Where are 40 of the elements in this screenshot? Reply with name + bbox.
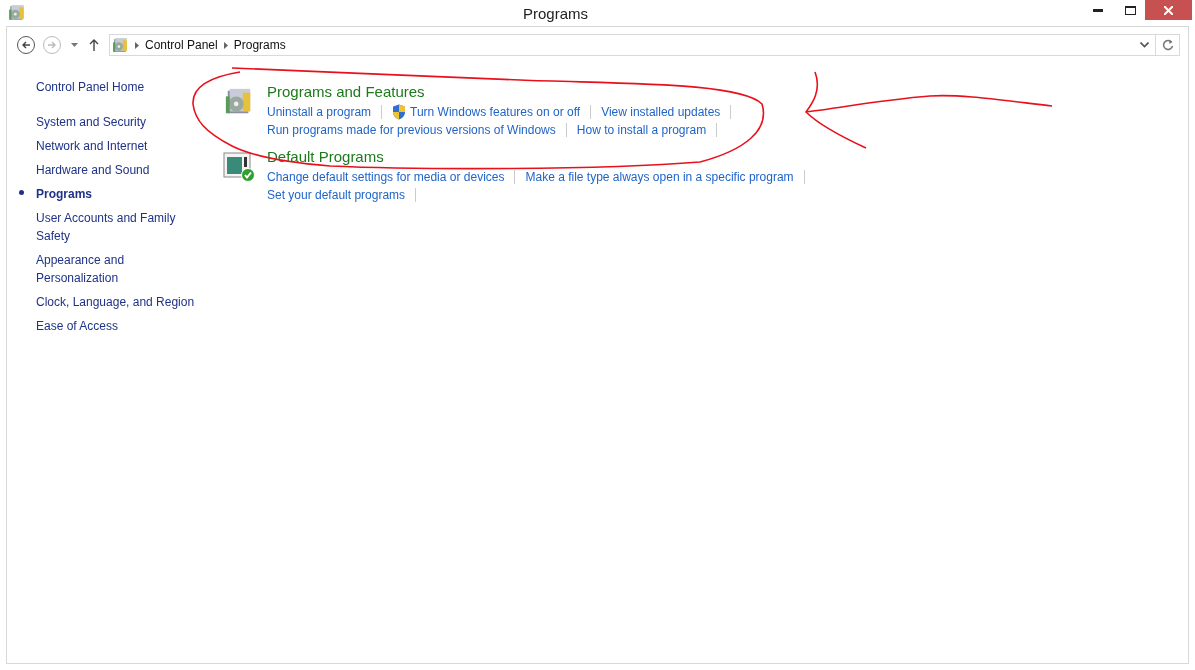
- task-link[interactable]: View installed updates: [601, 103, 721, 121]
- sidebar-link[interactable]: Hardware and Sound: [36, 161, 196, 179]
- sidebar-link[interactable]: Appearance and Personalization: [36, 251, 196, 287]
- sidebar-link[interactable]: System and Security: [36, 113, 196, 131]
- task-link[interactable]: Turn Windows features on or off: [410, 103, 581, 121]
- breadcrumb-arrow-icon: [223, 41, 228, 49]
- address-field[interactable]: Control Panel Programs: [109, 34, 1156, 56]
- forward-arrow-icon: [47, 41, 57, 49]
- back-arrow-icon: [21, 41, 31, 49]
- breadcrumb-item[interactable]: Control Panel: [145, 36, 218, 54]
- task-link[interactable]: How to install a program: [576, 121, 707, 139]
- refresh-button[interactable]: [1155, 34, 1180, 56]
- task-link[interactable]: Change default settings for media or devices: [267, 168, 505, 186]
- close-icon: [1164, 5, 1173, 15]
- section-heading[interactable]: Default Programs: [267, 148, 815, 166]
- task-link[interactable]: Make a file type always open in a specific program: [525, 168, 794, 186]
- section-heading[interactable]: Programs and Features: [267, 83, 742, 101]
- task-link[interactable]: Run programs made for previous versions of Windows: [267, 121, 556, 139]
- control-panel-icon: [8, 4, 26, 22]
- up-arrow-icon: [89, 39, 99, 51]
- refresh-icon: [1161, 39, 1174, 51]
- close-button[interactable]: [1145, 0, 1192, 20]
- monitor-check-icon: [223, 152, 255, 182]
- dropdown-chevron-icon[interactable]: [1140, 42, 1149, 48]
- minimize-icon: [1093, 8, 1103, 12]
- sidebar-link[interactable]: Ease of Access: [36, 317, 196, 335]
- sidebar-link[interactable]: User Accounts and Family Safety: [36, 209, 196, 245]
- sidebar-link[interactable]: Programs: [36, 185, 196, 203]
- sidebar-link[interactable]: Network and Internet: [36, 137, 196, 155]
- maximize-icon: [1124, 5, 1136, 15]
- caret-icon: [70, 43, 78, 47]
- breadcrumb-item[interactable]: Programs: [233, 36, 286, 54]
- control-panel-icon: [112, 36, 129, 54]
- task-link[interactable]: Uninstall a program: [267, 103, 372, 121]
- window-title: Programs: [523, 4, 588, 24]
- sidebar-link[interactable]: Clock, Language, and Region: [36, 293, 196, 311]
- shield-icon: [392, 104, 407, 120]
- sidebar-home-link[interactable]: Control Panel Home: [36, 78, 197, 96]
- breadcrumb-arrow-icon: [135, 41, 139, 49]
- task-link[interactable]: Set your default programs: [267, 186, 406, 204]
